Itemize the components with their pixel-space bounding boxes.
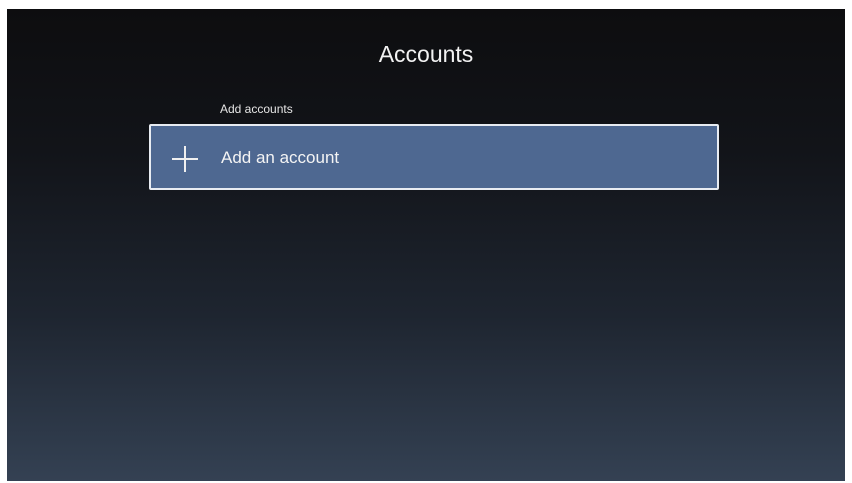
plus-icon	[172, 146, 198, 172]
section-label-add-accounts: Add accounts	[220, 102, 293, 116]
add-account-label: Add an account	[221, 148, 340, 167]
accounts-screen: Accounts Add accounts Add an account	[7, 9, 845, 481]
page-title: Accounts	[378, 41, 474, 67]
add-account-button[interactable]: Add an account	[149, 124, 719, 190]
